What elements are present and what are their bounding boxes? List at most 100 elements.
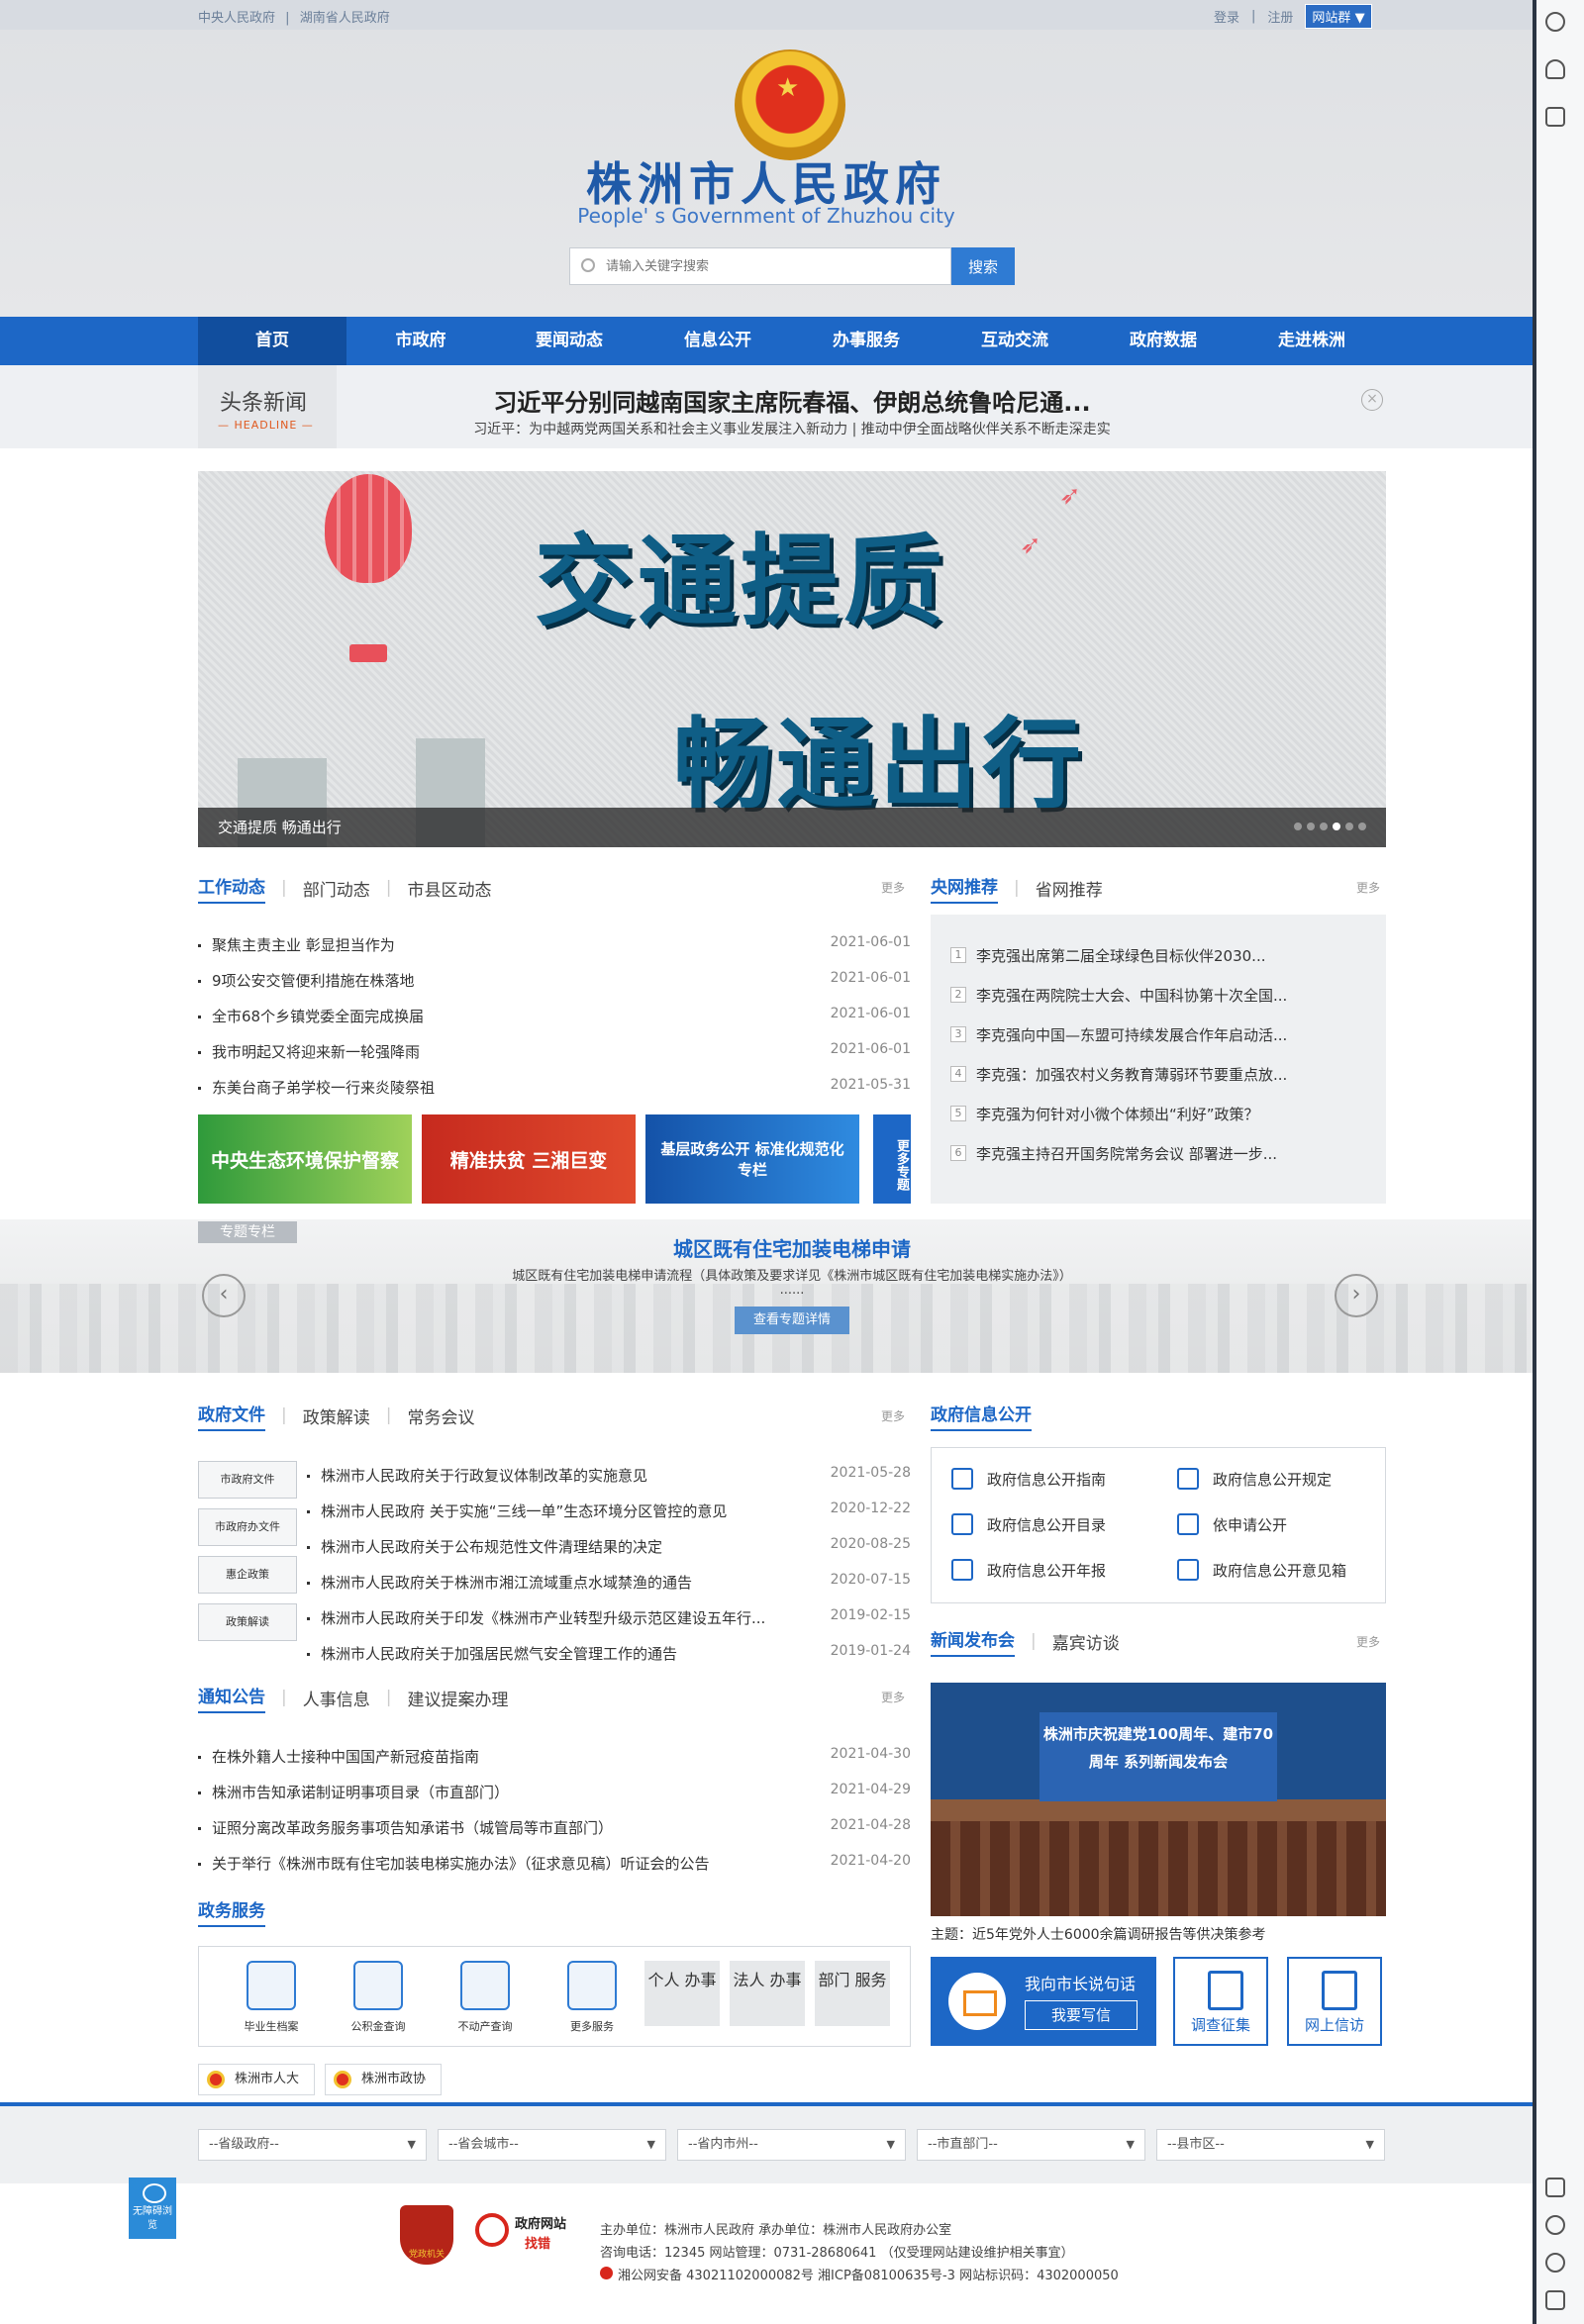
list-item[interactable]: 全市68个乡镇党委全面完成换届 2021-06-01 [198, 1006, 911, 1029]
tab-proposals[interactable]: 建议提案办理 [407, 1686, 508, 1710]
list-item[interactable]: 4 李克强：加强农村义务教育薄弱环节要重点放... [931, 1061, 1386, 1091]
list-item[interactable]: 株洲市告知承诺制证明事项目录（市直部门） 2021-04-29 [198, 1782, 911, 1805]
press-conference-image[interactable]: 株洲市庆祝建党100周年、建市70周年 系列新闻发布会 [931, 1683, 1386, 1916]
tab-central-rec[interactable]: 央网推荐 [931, 873, 998, 904]
refresh-icon[interactable] [1545, 2215, 1565, 2235]
accessibility-button[interactable]: 无障碍浏览 [129, 2178, 176, 2239]
list-item[interactable]: 聚焦主责主业 彰显担当作为 2021-06-01 [198, 934, 911, 958]
chat-icon[interactable] [1545, 2253, 1565, 2273]
register-link[interactable]: 注册 [1267, 7, 1293, 26]
tab-work-news[interactable]: 工作动态 [198, 873, 265, 904]
info-link[interactable]: 政府信息公开指南 [951, 1468, 1106, 1490]
service-graduate[interactable]: 毕业生档案 [237, 1961, 306, 2034]
list-item[interactable]: 在株外籍人士接种中国国产新冠疫苗指南 2021-04-30 [198, 1746, 911, 1770]
carousel-dot[interactable] [1307, 823, 1315, 830]
tab-guest-interview[interactable]: 嘉宾访谈 [1052, 1629, 1120, 1654]
headline-subtitle[interactable]: 习近平：为中越两党两国关系和社会主义事业发展注入新动力 | 推动中伊全面战略伙伴… [337, 419, 1247, 438]
list-item[interactable]: 株洲市人民政府 关于实施“三线一单”生态环境分区管控的意见 2020-12-22 [307, 1501, 911, 1524]
tab-dept-news[interactable]: 部门动态 [303, 876, 370, 901]
info-link[interactable]: 政府信息公开意见箱 [1177, 1559, 1346, 1581]
carousel-dot[interactable] [1320, 823, 1328, 830]
more-link[interactable]: 更多 [881, 1407, 905, 1424]
topic-title[interactable]: 城区既有住宅加装电梯申请 [0, 1233, 1533, 1262]
press-caption[interactable]: 主题：近5年党外人士6000余篇调研报告等供决策参考 [931, 1924, 1266, 1944]
service-fund[interactable]: 公积金查询 [344, 1961, 413, 2034]
link-hunan-gov[interactable]: 湖南省人民政府 [300, 11, 390, 26]
device-icon[interactable] [1545, 107, 1565, 127]
list-item[interactable]: 6 李克强主持召开国务院常务会议 部署进一步... [931, 1140, 1386, 1170]
tab-province-rec[interactable]: 省网推荐 [1036, 876, 1103, 901]
party-gov-badge[interactable]: 党政机关 [400, 2205, 453, 2265]
list-item[interactable]: 株洲市人民政府关于印发《株洲市产业转型升级示范区建设五年行... 2019-02-… [307, 1607, 911, 1631]
city-dept-select[interactable]: --市直部门-- [917, 2129, 1145, 2161]
survey-button[interactable]: 调查征集 [1173, 1957, 1268, 2046]
list-item[interactable]: 5 李克强为何针对小微个体频出“利好”政策？ [931, 1101, 1386, 1130]
nav-about-zhuzhou[interactable]: 走进株洲 [1238, 317, 1386, 365]
link-cppcc[interactable]: 株洲市政协 [325, 2064, 442, 2095]
capital-city-select[interactable]: --省会城市-- [438, 2129, 666, 2161]
nav-gov-data[interactable]: 政府数据 [1089, 317, 1238, 365]
doc-category-button[interactable]: 市政府文件 [198, 1461, 297, 1499]
carousel-dot[interactable] [1358, 823, 1366, 830]
list-item[interactable]: 株洲市人民政府关于株洲市湘江流域重点水域禁渔的通告 2020-07-15 [307, 1572, 911, 1596]
tab-county-news[interactable]: 市县区动态 [407, 876, 491, 901]
list-item[interactable]: 东美台商子弟学校一行来炎陵祭祖 2021-05-31 [198, 1077, 911, 1101]
doc-category-button[interactable]: 市政府办文件 [198, 1508, 297, 1546]
mayor-mailbox[interactable]: 我向市长说句话 我要写信 [931, 1957, 1156, 2046]
list-item[interactable]: 3 李克强向中国—东盟可持续发展合作年启动活... [931, 1021, 1386, 1051]
info-title[interactable]: 政府信息公开 [931, 1401, 1032, 1431]
prefecture-select[interactable]: --省内市州-- [677, 2129, 906, 2161]
accessibility-icon[interactable] [1545, 12, 1565, 32]
list-item[interactable]: 证照分离改革政务服务事项告知承诺书（城管局等市直部门） 2021-04-28 [198, 1817, 911, 1841]
more-link[interactable]: 更多 [881, 879, 905, 896]
tab-gov-docs[interactable]: 政府文件 [198, 1401, 265, 1431]
nav-home[interactable]: 首页 [198, 317, 346, 365]
tab-notices[interactable]: 通知公告 [198, 1683, 265, 1713]
service-property[interactable]: 不动产查询 [450, 1961, 520, 2034]
more-link[interactable]: 更多 [1356, 1633, 1380, 1650]
nav-news[interactable]: 要闻动态 [495, 317, 644, 365]
chevron-left-icon[interactable]: ‹ [202, 1274, 246, 1317]
county-select[interactable]: --县市区-- [1156, 2129, 1385, 2161]
close-icon[interactable]: × [1361, 389, 1383, 411]
settings-icon[interactable] [1545, 2290, 1565, 2310]
list-item[interactable]: 我市明起又将迎来新一轮强降雨 2021-06-01 [198, 1041, 911, 1065]
cloud-icon[interactable] [1545, 59, 1565, 79]
personal-affairs-button[interactable]: 个人 办事 [644, 1961, 720, 2026]
carousel-dot[interactable] [1294, 823, 1302, 830]
carousel-dot[interactable] [1345, 823, 1353, 830]
find-error-badge[interactable]: 政府网站 找错 [475, 2211, 574, 2255]
write-letter-button[interactable]: 我要写信 [1025, 2000, 1138, 2030]
province-gov-select[interactable]: --省级政府-- [198, 2129, 427, 2161]
tab-policy-interp[interactable]: 政策解读 [303, 1404, 370, 1428]
topic-tile-poverty[interactable]: 精准扶贫 三湘巨变 [422, 1114, 636, 1204]
doc-category-button[interactable]: 惠企政策 [198, 1556, 297, 1594]
tab-exec-meeting[interactable]: 常务会议 [407, 1404, 474, 1428]
info-link[interactable]: 依申请公开 [1177, 1513, 1287, 1535]
service-more[interactable]: 更多服务 [557, 1961, 627, 2034]
chevron-right-icon[interactable]: › [1335, 1274, 1378, 1317]
tab-personnel[interactable]: 人事信息 [303, 1686, 370, 1710]
calculator-icon[interactable] [1545, 2178, 1565, 2197]
doc-category-button[interactable]: 政策解读 [198, 1603, 297, 1641]
nav-city-gov[interactable]: 市政府 [346, 317, 495, 365]
nav-interaction[interactable]: 互动交流 [940, 317, 1089, 365]
more-link[interactable]: 更多 [881, 1689, 905, 1705]
petition-button[interactable]: 网上信访 [1287, 1957, 1382, 2046]
legal-person-button[interactable]: 法人 办事 [730, 1961, 805, 2026]
search-input[interactable] [569, 247, 951, 285]
info-link[interactable]: 政府信息公开目录 [951, 1513, 1106, 1535]
topic-tile-eco[interactable]: 中央生态环境保护督察 [198, 1114, 412, 1204]
list-item[interactable]: 2 李克强在两院院士大会、中国科协第十次全国... [931, 982, 1386, 1012]
link-npc[interactable]: 株洲市人大 [198, 2064, 315, 2095]
banner-carousel[interactable]: ➶ ➶ 交通提质 畅通出行 交通提质 畅通出行 [198, 471, 1386, 847]
list-item[interactable]: 株洲市人民政府关于公布规范性文件清理结果的决定 2020-08-25 [307, 1536, 911, 1560]
list-item[interactable]: 株洲市人民政府关于加强居民燃气安全管理工作的通告 2019-01-24 [307, 1643, 911, 1667]
site-group-dropdown[interactable]: 网站群 ▼ [1305, 4, 1372, 29]
carousel-dot-active[interactable] [1333, 823, 1340, 830]
link-central-gov[interactable]: 中央人民政府 [198, 11, 275, 26]
more-topics-button[interactable]: 更多专题 [873, 1114, 911, 1204]
login-link[interactable]: 登录 [1214, 7, 1239, 26]
department-service-button[interactable]: 部门 服务 [815, 1961, 890, 2026]
more-link[interactable]: 更多 [1356, 879, 1380, 896]
